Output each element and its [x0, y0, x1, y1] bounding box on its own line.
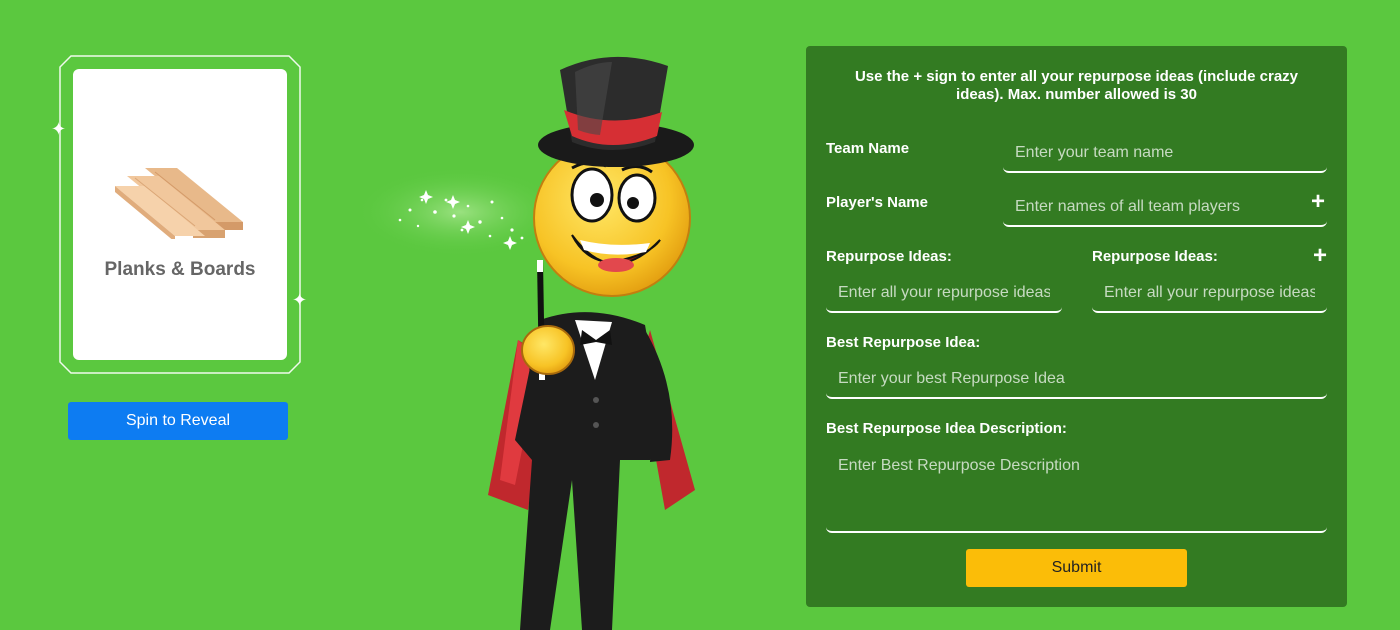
repurpose-ideas-label-left: Repurpose Ideas:: [826, 248, 952, 265]
players-name-label: Player's Name: [826, 194, 928, 211]
idea-entry-form: Use the + sign to enter all your repurpo…: [806, 46, 1347, 607]
repurpose-ideas-input-left[interactable]: [826, 275, 1062, 313]
team-name-label: Team Name: [826, 140, 910, 157]
add-idea-plus-icon[interactable]: +: [1313, 244, 1327, 268]
best-idea-description-label: Best Repurpose Idea Description:: [826, 420, 1067, 437]
submit-button[interactable]: Submit: [966, 549, 1187, 587]
repurpose-ideas-label-right: Repurpose Ideas:: [1092, 248, 1218, 265]
planks-icon: [115, 168, 243, 239]
card-title: Planks & Boards: [104, 259, 256, 280]
spin-to-reveal-button[interactable]: Spin to Reveal: [68, 402, 288, 440]
reveal-card: Planks & Boards: [73, 69, 287, 360]
magician-mascot-illustration: [355, 56, 695, 630]
best-idea-description-textarea[interactable]: [826, 447, 1327, 533]
players-name-input[interactable]: [1003, 189, 1327, 227]
repurpose-ideas-input-right[interactable]: [1092, 275, 1327, 313]
add-player-plus-icon[interactable]: +: [1311, 190, 1325, 214]
best-idea-label: Best Repurpose Idea:: [826, 334, 981, 351]
form-instructions: Use the + sign to enter all your repurpo…: [854, 68, 1299, 103]
sparkle-icon: ✦: [292, 290, 308, 310]
team-name-input[interactable]: [1003, 135, 1327, 173]
sparkle-icon: ✦: [51, 119, 67, 139]
best-idea-input[interactable]: [826, 361, 1327, 399]
